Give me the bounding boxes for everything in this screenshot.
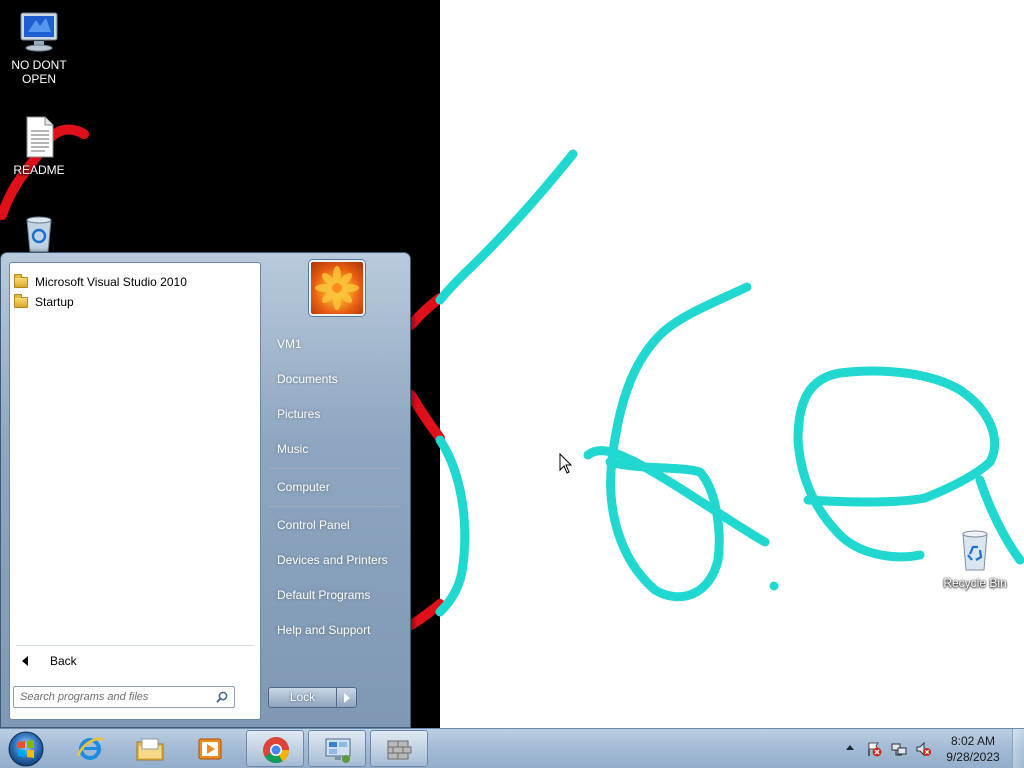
desktop-icon-readme[interactable]: README <box>1 115 77 177</box>
volume-muted-icon[interactable] <box>915 741 931 757</box>
network-icon[interactable] <box>891 741 907 757</box>
internet-explorer-icon <box>76 737 104 760</box>
system-clock[interactable]: 8:02 AM 9/28/2023 <box>940 733 1006 765</box>
media-player-icon <box>198 738 222 760</box>
start-item-documents[interactable]: Documents <box>277 370 338 388</box>
divider <box>16 645 254 646</box>
taskbar: 8:02 AM 9/28/2023 <box>0 728 1024 768</box>
program-item-label: Startup <box>35 295 74 309</box>
desktop-icon-no-dont-open[interactable]: NO DONT OPEN <box>1 10 77 86</box>
clock-date: 9/28/2023 <box>946 750 1000 764</box>
remote-desktop-icon <box>325 738 351 763</box>
program-item-visual-studio-2010[interactable]: Microsoft Visual Studio 2010 <box>14 272 254 292</box>
firewall-icon <box>387 740 412 760</box>
search-icon[interactable] <box>216 691 228 703</box>
chevron-right-icon <box>344 693 350 703</box>
program-item-label: Microsoft Visual Studio 2010 <box>35 275 187 289</box>
divider <box>269 468 401 469</box>
recycle-bin-icon <box>962 530 988 571</box>
mouse-pointer-icon <box>559 453 573 474</box>
clock-time: 8:02 AM <box>950 734 996 748</box>
start-item-music[interactable]: Music <box>277 440 308 458</box>
desktop-icon-recycle-bin[interactable]: Recycle Bin <box>937 528 1013 590</box>
desktop-icon-label: Recycle Bin <box>943 576 1007 590</box>
folder-icon <box>14 293 28 308</box>
start-button[interactable] <box>6 730 46 768</box>
start-item-devices-and-printers[interactable]: Devices and Printers <box>277 551 388 569</box>
text-file-icon <box>26 116 54 158</box>
back-label: Back <box>50 654 77 668</box>
chrome-icon <box>263 737 290 764</box>
lock-button[interactable]: Lock <box>268 687 337 708</box>
program-item-startup[interactable]: Startup <box>14 292 254 312</box>
search-box[interactable] <box>13 686 235 708</box>
taskbar-media-player[interactable] <box>181 730 239 767</box>
red-stroke <box>406 599 445 630</box>
red-stroke <box>406 293 445 330</box>
start-item-default-programs[interactable]: Default Programs <box>277 586 370 604</box>
show-desktop-button[interactable] <box>1012 729 1024 768</box>
back-arrow-icon <box>22 656 28 666</box>
start-item-user-folder[interactable]: VM1 <box>277 335 302 353</box>
back-button[interactable]: Back <box>18 651 77 671</box>
taskbar-remote-desktop[interactable] <box>308 730 366 767</box>
computer-icon <box>20 12 58 52</box>
taskbar-chrome[interactable] <box>246 730 304 767</box>
programs-list-pane: Microsoft Visual Studio 2010 Startup Bac… <box>9 262 261 720</box>
show-hidden-icons-button[interactable] <box>846 745 854 750</box>
action-center-flag-icon[interactable] <box>866 741 882 757</box>
flower-picture-icon <box>315 266 359 310</box>
recycle-bin-icon <box>26 216 52 253</box>
paint-canvas[interactable] <box>440 0 1024 728</box>
search-input[interactable] <box>20 689 210 705</box>
desktop-icon-label: README <box>13 163 65 177</box>
taskbar-firewall[interactable] <box>370 730 428 767</box>
taskbar-windows-explorer[interactable] <box>121 730 179 767</box>
start-item-control-panel[interactable]: Control Panel <box>277 516 350 534</box>
start-item-pictures[interactable]: Pictures <box>277 405 320 423</box>
folder-icon <box>14 273 28 288</box>
taskbar-internet-explorer[interactable] <box>61 730 119 767</box>
shutdown-options-button[interactable] <box>336 687 357 708</box>
desktop-icon-label: NO DONT OPEN <box>11 58 67 86</box>
start-item-help-and-support[interactable]: Help and Support <box>277 621 370 639</box>
red-stroke <box>406 390 445 443</box>
divider <box>269 506 401 507</box>
start-item-computer[interactable]: Computer <box>277 478 330 496</box>
start-menu: Microsoft Visual Studio 2010 Startup Bac… <box>0 252 411 728</box>
windows-explorer-icon <box>136 738 164 761</box>
user-account-picture[interactable] <box>309 260 365 316</box>
